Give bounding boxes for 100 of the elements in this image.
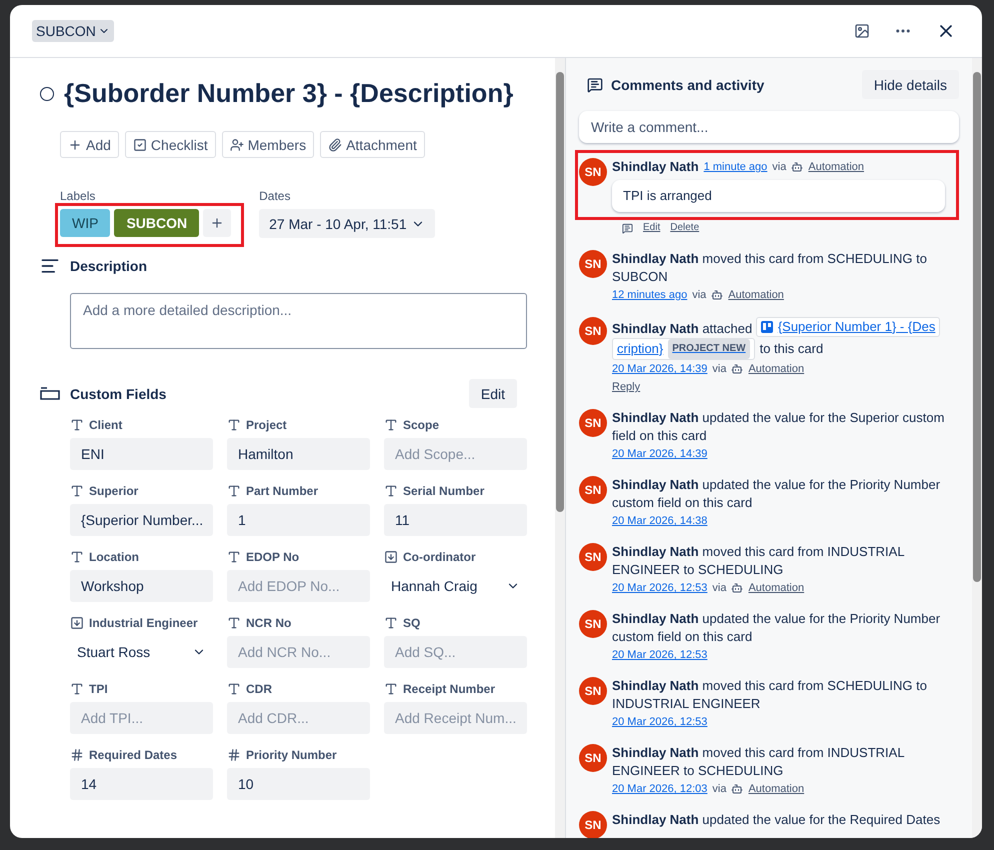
via-text: via — [712, 362, 726, 377]
avatar: SN — [579, 677, 607, 705]
activity-icon — [587, 76, 603, 92]
avatar: SN — [579, 409, 607, 437]
automation-link[interactable]: Automation — [728, 286, 784, 304]
custom-fields-heading: Custom Fields — [70, 386, 168, 402]
comment-action-link[interactable]: Delete — [670, 219, 700, 237]
activity-text: Shindlay Nath moved this card from SCHEDULING to INDUSTRIAL ENGINEER — [612, 677, 928, 713]
input-field[interactable]: Add CDR... — [227, 702, 370, 734]
action-button[interactable]: Attachment — [320, 131, 425, 158]
field-type-icon — [227, 616, 241, 630]
field-type-icon — [227, 682, 241, 696]
automation-link[interactable]: Automation — [748, 360, 804, 378]
time-link[interactable]: 20 Mar 2026, 14:38 — [612, 512, 708, 530]
author-name: Shindlay Nath — [612, 321, 699, 336]
field-label: Industrial Engineer — [89, 616, 198, 630]
field-label: CDR — [246, 682, 272, 696]
robot-icon — [731, 582, 744, 594]
board-icon — [760, 321, 773, 333]
activity-text: Shindlay Nath updated the value for the Required Dates — [612, 811, 942, 829]
add-icon — [68, 138, 82, 152]
label-chip[interactable]: SUBCON — [114, 209, 200, 237]
avatar: SN — [579, 744, 607, 772]
comment-field[interactable]: Write a comment... — [579, 111, 959, 143]
robot-icon — [791, 161, 804, 173]
time-link[interactable]: 20 Mar 2026, 12:03 — [612, 780, 708, 798]
complete-toggle[interactable] — [40, 86, 54, 100]
edit-button[interactable]: Edit — [468, 379, 517, 408]
reply-link[interactable]: Reply — [612, 378, 945, 396]
card-title: {Suborder Number 3} - {Description} — [64, 78, 514, 109]
field-type-icon — [384, 484, 398, 498]
label-chip[interactable]: WIP — [60, 209, 110, 237]
automation-link[interactable]: Automation — [808, 158, 864, 176]
avatar: SN — [579, 610, 607, 638]
via-text: via — [772, 160, 786, 175]
scrollbar[interactable] — [972, 58, 982, 838]
attachment-link[interactable]: {Superior Number 1} - {Des — [756, 317, 940, 337]
time-link[interactable]: 20 Mar 2026, 12:53 — [612, 646, 708, 664]
input-field[interactable]: 11 — [384, 504, 527, 536]
input-field[interactable]: 1 — [227, 504, 370, 536]
input-field[interactable]: Add EDOP No... — [227, 570, 370, 602]
time-link[interactable]: 20 Mar 2026, 14:39 — [612, 445, 708, 463]
avatar: SN — [579, 158, 607, 186]
input-field[interactable]: Add NCR No... — [227, 636, 370, 668]
field-type-icon — [70, 748, 84, 762]
automation-link[interactable]: Automation — [748, 780, 804, 798]
action-button[interactable]: Add — [60, 131, 119, 158]
field-type-icon — [227, 484, 241, 498]
input-field[interactable]: Workshop — [70, 570, 213, 602]
action-button[interactable]: Checklist — [124, 131, 216, 158]
time-link[interactable]: 1 minute ago — [704, 158, 768, 176]
attachment-icon — [328, 138, 342, 152]
list-dropdown[interactable]: SUBCON — [32, 20, 114, 42]
robot-icon — [731, 363, 744, 375]
description-field[interactable]: Add a more detailed description... — [70, 293, 527, 349]
time-link[interactable]: 20 Mar 2026, 14:39 — [612, 360, 708, 378]
members-icon — [230, 138, 244, 152]
input-field[interactable]: Hamilton — [227, 438, 370, 470]
action-button[interactable]: Members — [222, 131, 314, 158]
field-label: Location — [89, 550, 139, 564]
field-type-icon — [227, 550, 241, 564]
input-field[interactable]: Add SQ... — [384, 636, 527, 668]
input-field[interactable]: Add Scope... — [384, 438, 527, 470]
avatar: SN — [579, 250, 607, 278]
input-field[interactable]: 14 — [70, 768, 213, 800]
add-label-button[interactable] — [203, 209, 232, 237]
activity-text: Shindlay Nath moved this card from SCHEDULING to SUBCON — [612, 250, 928, 286]
activity-text: Shindlay Nath moved this card from INDUSTRIAL ENGINEER to SCHEDULING — [612, 543, 906, 579]
input-field[interactable]: Add TPI... — [70, 702, 213, 734]
robot-icon — [711, 289, 724, 301]
time-link[interactable]: 20 Mar 2026, 12:53 — [612, 579, 708, 597]
field-label: Serial Number — [403, 484, 484, 498]
robot-icon — [731, 783, 744, 795]
field-label: NCR No — [246, 616, 292, 630]
automation-link[interactable]: Automation — [748, 579, 804, 597]
via-text: via — [712, 581, 726, 596]
time-link[interactable]: 12 minutes ago — [612, 286, 688, 304]
activity-text: to this card — [760, 340, 824, 358]
attachment-link[interactable]: cription} PROJECT NEW — [612, 338, 755, 360]
field-label: Part Number — [246, 484, 318, 498]
hide-details-button[interactable]: Hide details — [862, 70, 959, 99]
input-field[interactable]: ENI — [70, 438, 213, 470]
input-field[interactable]: Add Receipt Num... — [384, 702, 527, 734]
activity-text: Shindlay Nath updated the value for the Priority Number custom field on this card — [612, 476, 942, 512]
avatar: SN — [579, 317, 607, 345]
field-type-icon — [384, 418, 398, 432]
select-field[interactable]: Stuart Ross — [70, 636, 213, 668]
dates-heading: Dates — [259, 189, 292, 203]
activity-heading: Comments and activity — [611, 76, 766, 92]
select-field[interactable]: Hannah Craig — [384, 570, 527, 602]
scrollbar[interactable] — [555, 58, 565, 838]
input-field[interactable]: {Superior Number... — [70, 504, 213, 536]
via-text: via — [712, 782, 726, 797]
time-link[interactable]: 20 Mar 2026, 12:53 — [612, 713, 708, 731]
input-field[interactable]: 10 — [227, 768, 370, 800]
dates-dropdown[interactable]: 27 Mar - 10 Apr, 11:51 — [259, 209, 435, 238]
fields-icon — [40, 386, 60, 400]
comment-action-link[interactable]: Edit — [643, 219, 660, 237]
field-label: EDOP No — [246, 550, 300, 564]
field-label: Required Dates — [89, 748, 178, 762]
